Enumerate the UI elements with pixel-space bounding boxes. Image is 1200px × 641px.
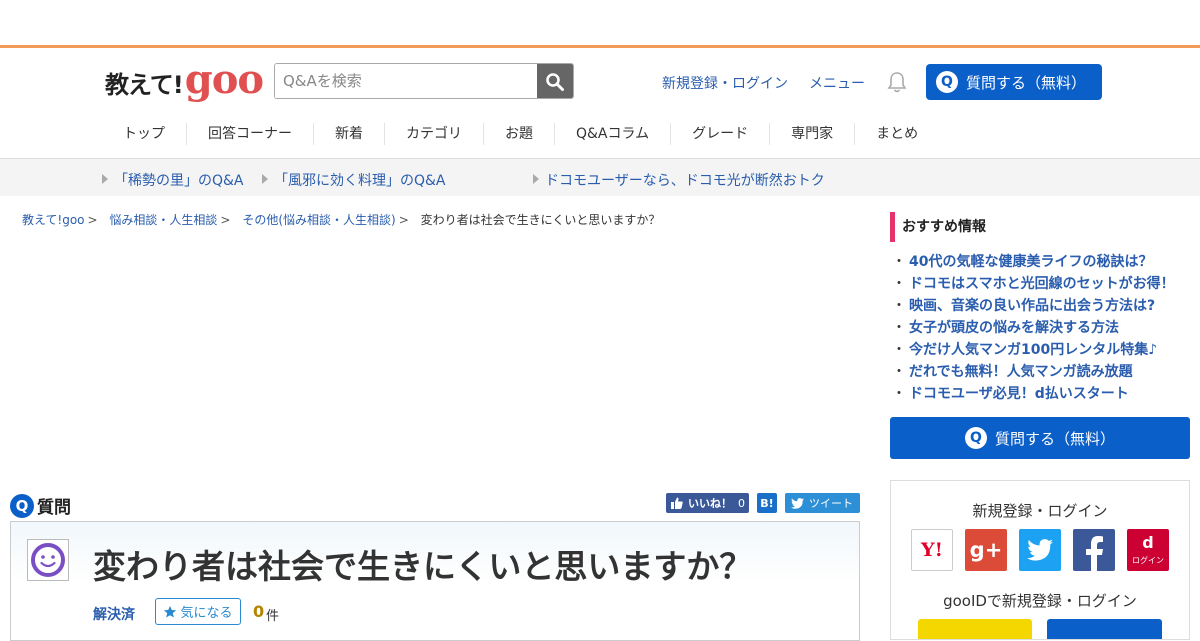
recommend-item[interactable]: ・だれでも無料！人気マンガ読み放題: [892, 361, 1175, 383]
sub-link-kisenosato[interactable]: 「稀勢の里」のQ&A: [114, 170, 244, 190]
top-ad-strip: [0, 0, 1200, 48]
twitter-bird-icon: [1027, 539, 1053, 561]
bookmark-count: 0: [253, 602, 265, 621]
login-link[interactable]: 新規登録・ログイン: [662, 73, 788, 93]
gooid-register-button[interactable]: [918, 619, 1032, 639]
smiley-face-icon: [31, 543, 65, 577]
thumbs-up-icon: [671, 497, 683, 509]
search-icon: [546, 73, 564, 91]
hatena-icon: B!: [760, 496, 774, 510]
site-logo[interactable]: 教えて! goo: [105, 56, 264, 103]
bell-icon[interactable]: [887, 71, 907, 97]
nav-item-summary[interactable]: まとめ: [855, 123, 939, 145]
nav-item-column[interactable]: Q&Aコラム: [555, 123, 672, 145]
docomo-login-label: ログイン: [1132, 555, 1164, 565]
tweet-label: ツイート: [809, 497, 853, 510]
recommend-item[interactable]: ・ 40代の気軽な健康美ライフの秘訣は？: [892, 251, 1175, 273]
sub-link-bar: 「稀勢の里」のQ&A 「風邪に効く料理」のQ&A ドコモユーザーなら、ドコモ光が…: [0, 158, 1200, 196]
search-input[interactable]: [275, 64, 537, 98]
ask-button-label: 質問する（無料）: [966, 73, 1087, 92]
google-login-button[interactable]: g+: [965, 529, 1007, 571]
chevron-right-icon: [102, 174, 108, 184]
breadcrumb-subcategory[interactable]: その他(悩み相談・人生相談): [242, 213, 395, 227]
question-section-label: Q 質問: [10, 493, 71, 518]
nav-item-expert[interactable]: 専門家: [770, 123, 856, 145]
site-header: 教えて! goo 新規登録・ログイン メニュー Q 質問する（無料）: [0, 48, 1200, 110]
star-icon: [164, 605, 177, 618]
chevron-right-icon: [533, 174, 539, 184]
hatena-bookmark-button[interactable]: B!: [757, 493, 777, 513]
q-icon: Q: [10, 493, 34, 518]
logo-text: 教えて!: [105, 71, 184, 99]
bookmark-button[interactable]: 気になる: [155, 598, 241, 625]
breadcrumb-category[interactable]: 悩み相談・人生相談: [109, 213, 217, 227]
yahoo-icon: Y!: [921, 539, 943, 561]
nav-item-answer-corner[interactable]: 回答コーナー: [187, 123, 314, 145]
yahoo-login-button[interactable]: Y!: [911, 529, 953, 571]
recommend-item[interactable]: ・映画、音楽の良い作品に出会う方法は?: [892, 295, 1175, 317]
bookmark-count-unit: 件: [266, 609, 280, 624]
twitter-login-button[interactable]: [1019, 529, 1061, 571]
q-icon: Q: [936, 71, 958, 93]
twitter-bird-icon: [791, 497, 804, 509]
recommend-item[interactable]: ・女子が頭皮の悩みを解決する方法: [892, 317, 1175, 339]
recommend-item[interactable]: ・ドコモはスマホと光回線のセットがお得！: [892, 273, 1175, 295]
breadcrumb-home[interactable]: 教えて!goo: [22, 213, 85, 227]
login-panel: 新規登録・ログイン Y! g+ d ログイン gooIDで新規登録・ログイン: [890, 480, 1190, 640]
nav-item-topic[interactable]: お題: [484, 123, 555, 145]
recommend-list: ・ 40代の気軽な健康美ライフの秘訣は？ ・ドコモはスマホと光回線のセットがお得！…: [892, 251, 1175, 405]
docomo-d-icon: d: [1142, 532, 1154, 552]
facebook-icon: [1086, 536, 1103, 571]
nav-item-grade[interactable]: グレード: [671, 123, 771, 145]
search-box: [274, 63, 574, 99]
recommend-item[interactable]: ・今だけ人気マンガ100円レンタル特集♪: [892, 339, 1175, 361]
sidebar-ask-button[interactable]: Q 質問する（無料）: [890, 417, 1190, 459]
nav-item-category[interactable]: カテゴリ: [385, 123, 484, 145]
menu-link[interactable]: メニュー: [809, 73, 865, 93]
question-card: 変わり者は社会で生きにくいと思いますか？ 解決済 気になる 0 件: [10, 521, 860, 641]
logo-goo: goo: [184, 56, 264, 103]
avatar[interactable]: [27, 539, 69, 581]
nav-item-new[interactable]: 新着: [314, 123, 385, 145]
recommend-item[interactable]: ・ドコモユーザ必見！d払いスタート: [892, 383, 1175, 405]
search-button[interactable]: [537, 64, 573, 98]
sidebar-ask-label: 質問する（無料）: [994, 429, 1115, 448]
status-badge: 解決済: [93, 607, 135, 623]
gooid-title: gooIDで新規登録・ログイン: [943, 592, 1137, 610]
like-count: 0: [738, 496, 745, 510]
tweet-button[interactable]: ツイート: [785, 493, 860, 513]
docomo-login-button[interactable]: d ログイン: [1127, 529, 1169, 571]
sub-link-cold-food[interactable]: 「風邪に効く料理」のQ&A: [274, 170, 446, 190]
like-label: いいね！: [688, 497, 732, 510]
facebook-login-button[interactable]: [1073, 529, 1115, 571]
breadcrumb-current: 変わり者は社会で生きにくいと思いますか？: [420, 213, 661, 227]
ask-question-button[interactable]: Q 質問する（無料）: [926, 64, 1102, 100]
bookmark-label: 気になる: [180, 606, 233, 621]
nav-item-top[interactable]: トップ: [102, 123, 187, 145]
recommend-heading: おすすめ情報: [890, 212, 986, 242]
google-plus-icon: g+: [969, 538, 1003, 562]
like-button[interactable]: いいね！ 0: [666, 493, 749, 513]
breadcrumb: 教えて!goo > 悩み相談・人生相談 > その他(悩み相談・人生相談) > 変わり者…: [22, 213, 661, 227]
chevron-right-icon: [262, 174, 268, 184]
sub-link-docomo[interactable]: ドコモユーザーなら、ドコモ光が断然おトク: [545, 170, 825, 190]
question-title: 変わり者は社会で生きにくいと思いますか？: [93, 547, 753, 586]
login-title: 新規登録・ログイン: [972, 502, 1108, 520]
q-icon: Q: [964, 427, 987, 449]
main-nav: トップ 回答コーナー 新着 カテゴリ お題 Q&Aコラム グレード 専門家 まと…: [0, 110, 1200, 158]
gooid-login-button[interactable]: [1047, 619, 1162, 639]
